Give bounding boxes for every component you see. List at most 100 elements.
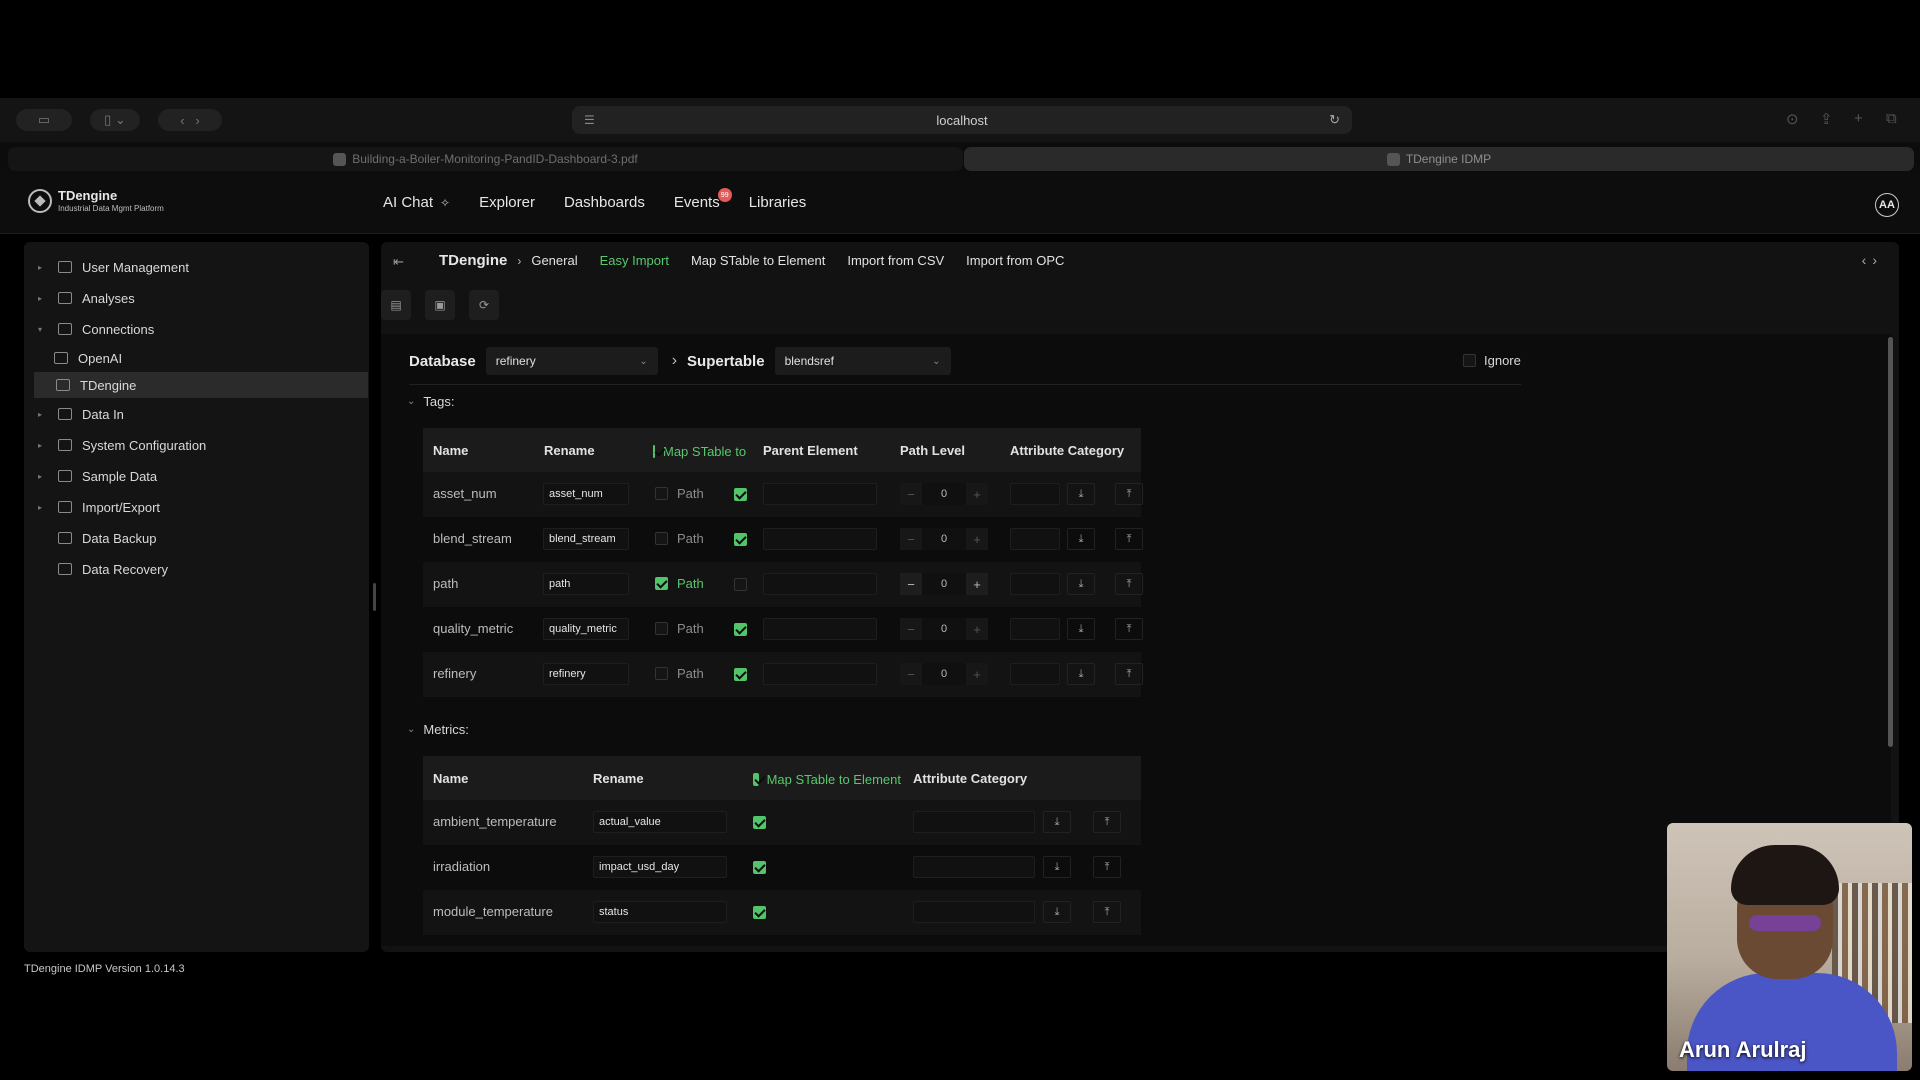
upload-icon[interactable]: ⤒ — [1115, 483, 1143, 505]
path-level-stepper[interactable]: −0 + — [900, 483, 988, 505]
attribute-category-input[interactable] — [913, 856, 1035, 878]
parent-element-input[interactable] — [763, 618, 877, 640]
sidebar-item-tdengine[interactable]: TDengine — [34, 372, 368, 398]
rename-input[interactable]: path — [543, 573, 629, 595]
path-toggle[interactable]: Path — [655, 666, 704, 681]
plus-icon[interactable]: + — [966, 618, 988, 640]
tab-map-stable-to-element[interactable]: Map STable to Element — [691, 253, 825, 268]
rename-input[interactable]: quality_metric — [543, 618, 629, 640]
map-all-checkbox[interactable] — [653, 445, 655, 458]
reload-icon[interactable]: ↻ — [1329, 112, 1340, 128]
rename-input[interactable]: impact_usd_day — [593, 856, 727, 878]
document-icon[interactable]: ▤ — [381, 290, 411, 320]
rename-input[interactable]: asset_num — [543, 483, 629, 505]
minus-icon[interactable]: − — [900, 573, 922, 595]
sidebar-item-connections[interactable]: ▾ Connections — [24, 316, 359, 342]
parent-element-input[interactable] — [763, 483, 877, 505]
content-scrollbar[interactable] — [1888, 337, 1893, 747]
user-avatar[interactable]: AA — [1875, 193, 1899, 217]
plus-icon[interactable]: + — [966, 573, 988, 595]
upload-icon[interactable]: ⤒ — [1093, 901, 1121, 923]
minus-icon[interactable]: − — [900, 663, 922, 685]
upload-icon[interactable]: ⤒ — [1093, 856, 1121, 878]
rename-input[interactable]: actual_value — [593, 811, 727, 833]
map-checkbox[interactable] — [734, 668, 747, 681]
sidebar-item-import-export[interactable]: ▸ Import/Export — [24, 494, 359, 520]
map-checkbox[interactable] — [734, 533, 747, 546]
map-checkbox[interactable] — [753, 861, 766, 874]
minus-icon[interactable]: − — [900, 528, 922, 550]
sidebar-item-data-recovery[interactable]: Data Recovery — [24, 556, 359, 582]
expand-caret-icon[interactable]: ▸ — [38, 503, 52, 512]
plus-icon[interactable]: + — [966, 663, 988, 685]
path-checkbox[interactable] — [655, 577, 668, 590]
map-all-checkbox[interactable] — [753, 773, 759, 786]
path-level-stepper[interactable]: −0 + — [900, 663, 988, 685]
rename-input[interactable]: status — [593, 901, 727, 923]
nav-dashboards[interactable]: Dashboards — [564, 194, 645, 211]
sidebar-item-data-in[interactable]: ▸ Data In — [24, 401, 359, 427]
nav-libraries[interactable]: Libraries — [749, 194, 807, 211]
attribute-category-input[interactable] — [1010, 663, 1060, 685]
tab-import-from-csv[interactable]: Import from CSV — [847, 253, 944, 268]
attribute-category-input[interactable] — [1010, 483, 1060, 505]
attribute-category-input[interactable] — [1010, 618, 1060, 640]
metrics-section-title[interactable]: ⌄ Metrics: — [407, 722, 469, 737]
sidebar-item-analyses[interactable]: ▸ Analyses — [24, 285, 359, 311]
tab-easy-import[interactable]: Easy Import — [600, 253, 669, 268]
parent-element-input[interactable] — [763, 528, 877, 550]
share-icon[interactable]: ⇪ — [1820, 110, 1833, 128]
attribute-category-input[interactable] — [1010, 573, 1060, 595]
sidebar-item-system-configuration[interactable]: ▸ System Configuration — [24, 432, 359, 458]
upload-icon[interactable]: ⤒ — [1115, 663, 1143, 685]
tags-section-title[interactable]: ⌄ Tags: — [407, 394, 454, 409]
path-toggle[interactable]: Path — [655, 576, 704, 591]
download-icon[interactable]: ⤓ — [1067, 528, 1095, 550]
expand-caret-icon[interactable]: ▸ — [38, 294, 52, 303]
nav-explorer[interactable]: Explorer — [479, 194, 535, 211]
upload-icon[interactable]: ⤒ — [1115, 618, 1143, 640]
upload-icon[interactable]: ⤒ — [1093, 811, 1121, 833]
sidebar-item-user-management[interactable]: ▸ User Management — [24, 254, 359, 280]
expand-caret-icon[interactable]: ▸ — [38, 472, 52, 481]
browser-tab-pdf[interactable]: Building-a-Boiler-Monitoring-PandID-Dash… — [8, 147, 963, 171]
sidebar-item-data-backup[interactable]: Data Backup — [24, 525, 359, 551]
back-forward-buttons[interactable]: ‹ › — [158, 109, 222, 131]
download-icon[interactable]: ⤓ — [1067, 483, 1095, 505]
sidebar-item-sample-data[interactable]: ▸ Sample Data — [24, 463, 359, 489]
path-checkbox[interactable] — [655, 622, 668, 635]
download-icon[interactable]: ⤓ — [1067, 663, 1095, 685]
tabs-icon[interactable]: ⧉ — [1886, 110, 1897, 127]
page-settings-icon[interactable]: ☰ — [584, 113, 595, 127]
sidebar-resize-handle[interactable] — [373, 583, 376, 611]
col-map-stable[interactable]: Map STable to Element — [753, 772, 901, 787]
download-icon[interactable]: ⊙ — [1786, 110, 1799, 128]
tab-general[interactable]: General — [531, 253, 577, 268]
app-logo[interactable]: TDengine Industrial Data Mgmt Platform — [28, 188, 164, 213]
expand-caret-icon[interactable]: ▸ — [38, 441, 52, 450]
map-checkbox[interactable] — [734, 623, 747, 636]
path-toggle[interactable]: Path — [655, 531, 704, 546]
attribute-category-input[interactable] — [1010, 528, 1060, 550]
supertable-select[interactable]: blendsref ⌄ — [774, 347, 951, 375]
map-checkbox[interactable] — [734, 488, 747, 501]
collapse-caret-icon[interactable]: ▾ — [38, 325, 52, 334]
save-icon[interactable]: ▣ — [425, 290, 455, 320]
path-checkbox[interactable] — [655, 532, 668, 545]
download-icon[interactable]: ⤓ — [1067, 573, 1095, 595]
attribute-category-input[interactable] — [913, 901, 1035, 923]
minus-icon[interactable]: − — [900, 618, 922, 640]
map-checkbox[interactable] — [753, 906, 766, 919]
download-icon[interactable]: ⤓ — [1043, 811, 1071, 833]
col-map-stable[interactable]: Map STable to Element — [653, 444, 750, 459]
rename-input[interactable]: refinery — [543, 663, 629, 685]
map-checkbox[interactable] — [753, 816, 766, 829]
upload-icon[interactable]: ⤒ — [1115, 573, 1143, 595]
nav-events[interactable]: Events 99 — [674, 188, 732, 211]
browser-tab-idmp[interactable]: TDengine IDMP — [964, 147, 1914, 171]
expand-caret-icon[interactable]: ▸ — [38, 263, 52, 272]
path-checkbox[interactable] — [655, 487, 668, 500]
breadcrumb-home[interactable]: TDengine — [439, 252, 507, 269]
tab-overview-button[interactable]: ▯ ⌄ — [90, 109, 140, 131]
minus-icon[interactable]: − — [900, 483, 922, 505]
